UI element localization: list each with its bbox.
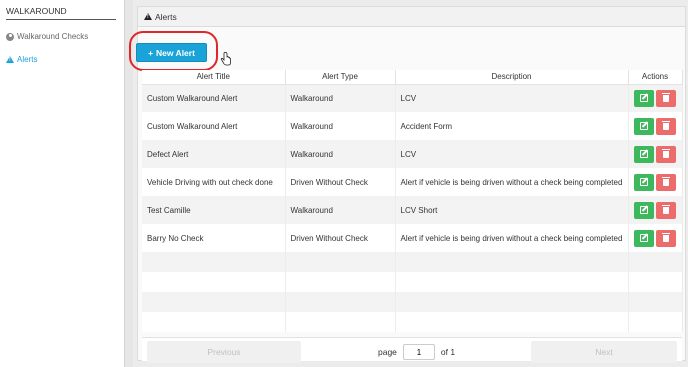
page-indicator: page of 1: [378, 341, 455, 363]
highlight-ring: + New Alert: [129, 31, 218, 71]
edit-icon: [640, 205, 648, 214]
trash-icon: [662, 232, 670, 242]
page-total-label: of 1: [440, 347, 456, 357]
trash-icon: [662, 148, 670, 158]
cell-actions: [628, 196, 683, 224]
cell-alert-type: Walkaround: [285, 112, 396, 140]
empty-row: [142, 312, 683, 332]
plus-icon: +: [148, 47, 154, 58]
delete-button[interactable]: [656, 117, 676, 135]
cell-alert-type: Walkaround: [285, 84, 396, 112]
sidebar: WALKAROUND Walkaround Checks Alerts: [0, 0, 124, 367]
sidebar-item-alerts[interactable]: Alerts: [6, 55, 37, 64]
trash-icon: [662, 204, 670, 214]
cell-description: LCV Short: [395, 196, 629, 224]
edit-button[interactable]: [634, 229, 654, 247]
table-row: Custom Walkaround Alert Walkaround Accid…: [142, 112, 683, 140]
panel-header: Alerts: [138, 7, 685, 27]
edit-button[interactable]: [634, 173, 654, 191]
edit-icon: [640, 233, 648, 242]
new-alert-label: New Alert: [156, 47, 195, 58]
trash-icon: [662, 92, 670, 102]
cell-description: LCV: [395, 140, 629, 168]
cell-alert-title: Defect Alert: [142, 140, 286, 168]
trash-icon: [662, 120, 670, 130]
page-label: page: [378, 347, 397, 357]
empty-row: [142, 272, 683, 292]
cell-actions: [628, 84, 683, 112]
empty-row: [142, 292, 683, 312]
cell-actions: [628, 168, 683, 196]
pagination: Previous page of 1 Next: [142, 337, 682, 363]
table-header-row: Alert Title Alert Type Description Actio…: [142, 70, 683, 85]
cell-alert-title: Vehicle Driving with out check done: [142, 168, 286, 196]
panel-title: Alerts: [155, 11, 177, 22]
cell-description: Alert if vehicle is being driven without…: [395, 168, 629, 196]
warning-icon: [144, 13, 152, 20]
table-row: Test Camille Walkaround LCV Short: [142, 196, 683, 224]
edit-button[interactable]: [634, 201, 654, 219]
cell-alert-title: Custom Walkaround Alert: [142, 112, 286, 140]
edit-icon: [640, 121, 648, 130]
edit-button[interactable]: [634, 145, 654, 163]
edit-icon: [640, 177, 648, 186]
cell-description: Accident Form: [395, 112, 629, 140]
cell-actions: [628, 112, 683, 140]
cell-alert-type: Driven Without Check: [285, 168, 396, 196]
alerts-table: Alert Title Alert Type Description Actio…: [142, 70, 683, 332]
edit-button[interactable]: [634, 117, 654, 135]
table-row: Vehicle Driving with out check done Driv…: [142, 168, 683, 196]
column-header-alert-title[interactable]: Alert Title: [142, 70, 286, 85]
cell-alert-title: Barry No Check: [142, 224, 286, 252]
edit-button[interactable]: [634, 89, 654, 107]
delete-button[interactable]: [656, 201, 676, 219]
user-circle-icon: [6, 32, 14, 41]
alerts-panel: Alerts + New Alert Alert Title Alert Typ…: [129, 6, 686, 363]
table-row: Custom Walkaround Alert Walkaround LCV: [142, 84, 683, 112]
delete-button[interactable]: [656, 229, 676, 247]
column-header-alert-type[interactable]: Alert Type: [285, 70, 396, 85]
sidebar-item-walkaround-checks[interactable]: Walkaround Checks: [6, 32, 88, 41]
cell-description: Alert if vehicle is being driven without…: [395, 224, 629, 252]
empty-row: [142, 252, 683, 272]
table-row: Defect Alert Walkaround LCV: [142, 140, 683, 168]
edit-icon: [640, 149, 648, 158]
delete-button[interactable]: [656, 173, 676, 191]
page-number-input[interactable]: [402, 344, 435, 360]
hand-cursor-icon: [220, 52, 231, 66]
sidebar-item-label: Walkaround Checks: [17, 32, 89, 41]
cell-alert-type: Walkaround: [285, 140, 396, 168]
edit-icon: [640, 93, 648, 102]
cell-description: LCV: [395, 84, 629, 112]
table-row: Barry No Check Driven Without Check Aler…: [142, 224, 683, 252]
delete-button[interactable]: [656, 89, 676, 107]
cell-alert-title: Test Camille: [142, 196, 286, 224]
column-header-description[interactable]: Description: [395, 70, 629, 85]
column-header-actions: Actions: [628, 70, 683, 85]
previous-button[interactable]: Previous: [147, 341, 301, 363]
cell-alert-title: Custom Walkaround Alert: [142, 84, 286, 112]
new-alert-button[interactable]: + New Alert: [136, 43, 207, 62]
cell-actions: [628, 224, 683, 252]
cell-alert-type: Walkaround: [285, 196, 396, 224]
warning-icon: [6, 56, 14, 63]
delete-button[interactable]: [656, 145, 676, 163]
next-button[interactable]: Next: [531, 341, 677, 363]
main-content: Alerts + New Alert Alert Title Alert Typ…: [129, 0, 688, 367]
trash-icon: [662, 176, 670, 186]
sidebar-item-label: Alerts: [17, 55, 38, 64]
sidebar-title: WALKAROUND: [6, 6, 116, 20]
cell-alert-type: Driven Without Check: [285, 224, 396, 252]
cell-actions: [628, 140, 683, 168]
